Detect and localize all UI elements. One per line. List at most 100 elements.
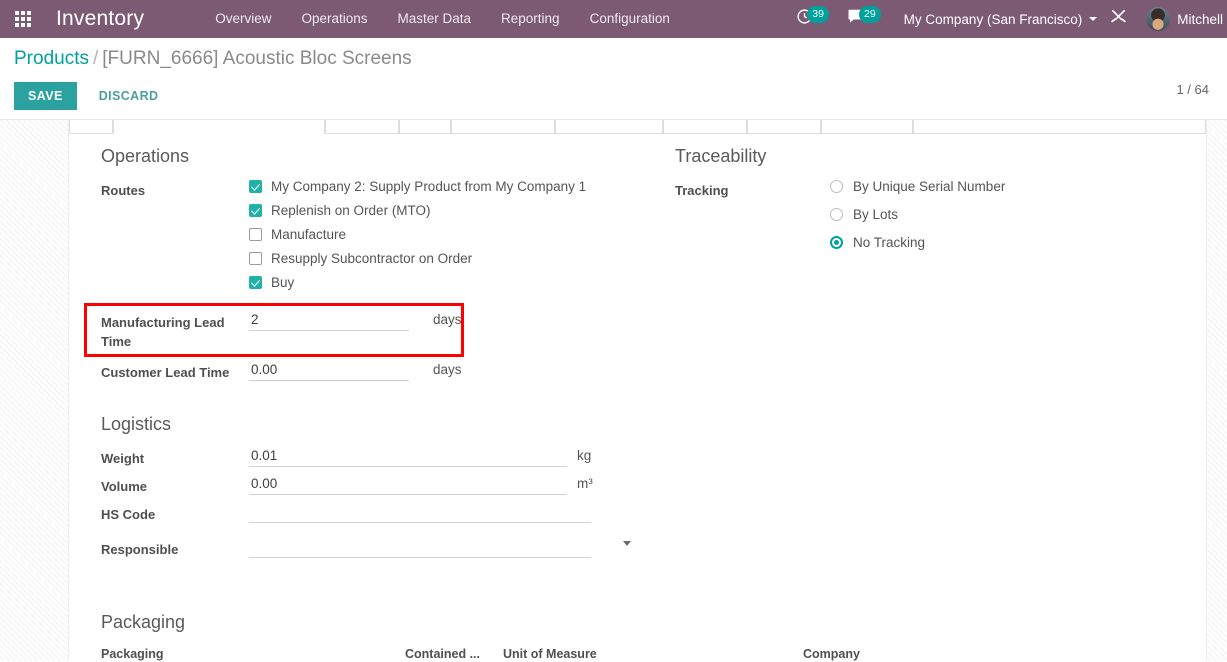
responsible-input[interactable]: [249, 538, 591, 558]
hs-code-input[interactable]: [249, 503, 591, 523]
left-gutter: [0, 120, 68, 661]
messaging-menu[interactable]: 29: [838, 0, 890, 38]
radio-icon[interactable]: [830, 180, 843, 193]
menu-configuration[interactable]: Configuration: [575, 0, 685, 38]
tracking-option-lots[interactable]: By Lots: [830, 207, 1206, 222]
label-responsible: Responsible: [101, 542, 179, 557]
tracking-option-no-tracking[interactable]: No Tracking: [830, 235, 1206, 250]
menu-master-data[interactable]: Master Data: [383, 0, 487, 38]
discard-button[interactable]: DISCARD: [85, 82, 173, 110]
company-name: My Company (San Francisco): [903, 11, 1083, 27]
menu-reporting[interactable]: Reporting: [486, 0, 575, 38]
tracking-option-serial[interactable]: By Unique Serial Number: [830, 179, 1206, 194]
route-option-replenish-on-order[interactable]: Replenish on Order (MTO): [249, 203, 641, 218]
field-tracking: Tracking By Unique Serial Number By Lots: [675, 179, 1206, 263]
tracking-radio-group: By Unique Serial Number By Lots No Track…: [830, 179, 1206, 263]
breadcrumb-current-record: [FURN_6666] Acoustic Bloc Screens: [102, 48, 412, 69]
debug-tools-button[interactable]: [1101, 0, 1136, 38]
route-option-manufacture[interactable]: Manufacture: [249, 227, 641, 242]
weight-value-wrap: kg: [249, 447, 641, 467]
packaging-table-header: Packaging Contained ... Unit of Measure …: [101, 647, 1041, 661]
tracking-label[interactable]: No Tracking: [853, 235, 925, 250]
route-option-intercompany-supply[interactable]: My Company 2: Supply Product from My Com…: [249, 179, 641, 194]
column-header-packaging[interactable]: Packaging: [101, 647, 405, 661]
checkbox-icon[interactable]: [249, 228, 262, 241]
field-manufacturing-lead-time: Manufacturing Lead Time days: [101, 311, 641, 351]
chevron-down-icon: [1089, 17, 1098, 21]
group-title-logistics: Logistics: [101, 414, 172, 434]
breadcrumb-separator: /: [92, 48, 99, 69]
wrench-tools-icon: [1110, 8, 1127, 30]
app-brand-inventory[interactable]: Inventory: [46, 7, 150, 31]
menu-overview[interactable]: Overview: [200, 0, 286, 38]
right-gutter: [1207, 120, 1227, 661]
customer-lead-time-input[interactable]: [249, 361, 409, 381]
group-title-packaging: Packaging: [101, 612, 186, 632]
save-button[interactable]: SAVE: [14, 82, 77, 110]
label-routes: Routes: [101, 183, 146, 198]
route-option-buy[interactable]: Buy: [249, 275, 641, 290]
user-menu[interactable]: Mitchell: [1136, 0, 1227, 38]
breadcrumb: Products / [FURN_6666] Acoustic Bloc Scree…: [14, 46, 1213, 72]
control-panel: Products / [FURN_6666] Acoustic Bloc Scree…: [0, 38, 1227, 120]
customer-lead-time-value-wrap: days: [249, 361, 641, 381]
route-option-resupply-subcontractor[interactable]: Resupply Subcontractor on Order: [249, 251, 641, 266]
unit-kg: kg: [577, 448, 592, 463]
group-title-traceability: Traceability: [675, 146, 767, 166]
checkbox-icon[interactable]: [249, 252, 262, 265]
user-name: Mitchell: [1177, 11, 1223, 27]
checkbox-icon[interactable]: [249, 204, 262, 217]
tracking-label[interactable]: By Unique Serial Number: [853, 179, 1005, 194]
field-weight: Weight kg: [101, 447, 641, 468]
tracking-label[interactable]: By Lots: [853, 207, 898, 222]
route-label[interactable]: Replenish on Order (MTO): [271, 203, 431, 218]
chevron-down-icon[interactable]: [623, 541, 631, 546]
route-label[interactable]: Resupply Subcontractor on Order: [271, 251, 472, 266]
field-responsible: Responsible: [101, 538, 641, 559]
volume-input[interactable]: [249, 475, 567, 495]
navbar-menu: Overview Operations Master Data Reportin…: [200, 0, 685, 38]
record-pager[interactable]: 1 / 64: [1176, 82, 1209, 97]
field-routes: Routes My Company 2: Supply Product from…: [101, 179, 641, 299]
weight-input[interactable]: [249, 447, 567, 467]
unit-cubic-meter: m³: [577, 476, 593, 491]
group-title-operations: Operations: [101, 146, 190, 166]
unit-days: days: [433, 312, 462, 327]
label-manufacturing-lead-time: Manufacturing Lead Time: [101, 315, 225, 349]
form-sheet: Operations Routes My Company 2: Supply P…: [68, 120, 1207, 661]
apps-grid-icon[interactable]: [0, 0, 46, 38]
label-customer-lead-time: Customer Lead Time: [101, 365, 230, 380]
label-hs-code: HS Code: [101, 507, 156, 522]
label-tracking: Tracking: [675, 183, 729, 198]
field-volume: Volume m³: [101, 475, 641, 496]
column-header-contained[interactable]: Contained ...: [405, 647, 503, 661]
column-header-unit-of-measure[interactable]: Unit of Measure: [503, 647, 803, 661]
field-customer-lead-time: Customer Lead Time days: [101, 361, 641, 382]
packaging-table: Packaging Contained ... Unit of Measure …: [101, 647, 1041, 661]
activities-menu[interactable]: 39: [787, 0, 838, 38]
company-switcher[interactable]: My Company (San Francisco): [890, 0, 1102, 38]
volume-value-wrap: m³: [249, 475, 641, 495]
messages-count-badge: 29: [858, 6, 881, 23]
responsible-value-wrap: [249, 538, 641, 558]
column-header-company[interactable]: Company: [803, 647, 1041, 661]
label-weight: Weight: [101, 451, 145, 466]
radio-icon[interactable]: [830, 208, 843, 221]
checkbox-icon[interactable]: [249, 180, 262, 193]
route-label[interactable]: Buy: [271, 275, 294, 290]
activities-count-badge: 39: [807, 6, 829, 23]
checkbox-icon[interactable]: [249, 276, 262, 289]
top-navbar: Inventory Overview Operations Master Dat…: [0, 0, 1227, 38]
manufacturing-lead-time-input[interactable]: [249, 311, 409, 331]
route-label[interactable]: Manufacture: [271, 227, 346, 242]
radio-icon[interactable]: [830, 236, 843, 249]
form-action-buttons: SAVE DISCARD: [14, 82, 1213, 110]
form-right-column: Traceability Tracking By Unique Serial N…: [641, 146, 1206, 566]
systray: 39 29 My Company (San Francisco) Mitchel…: [787, 0, 1227, 38]
menu-operations[interactable]: Operations: [286, 0, 382, 38]
unit-days: days: [433, 362, 462, 377]
route-label[interactable]: My Company 2: Supply Product from My Com…: [271, 179, 586, 194]
breadcrumb-products[interactable]: Products: [14, 48, 89, 69]
field-hs-code: HS Code: [101, 503, 641, 524]
form-body: Operations Routes My Company 2: Supply P…: [69, 120, 1206, 661]
